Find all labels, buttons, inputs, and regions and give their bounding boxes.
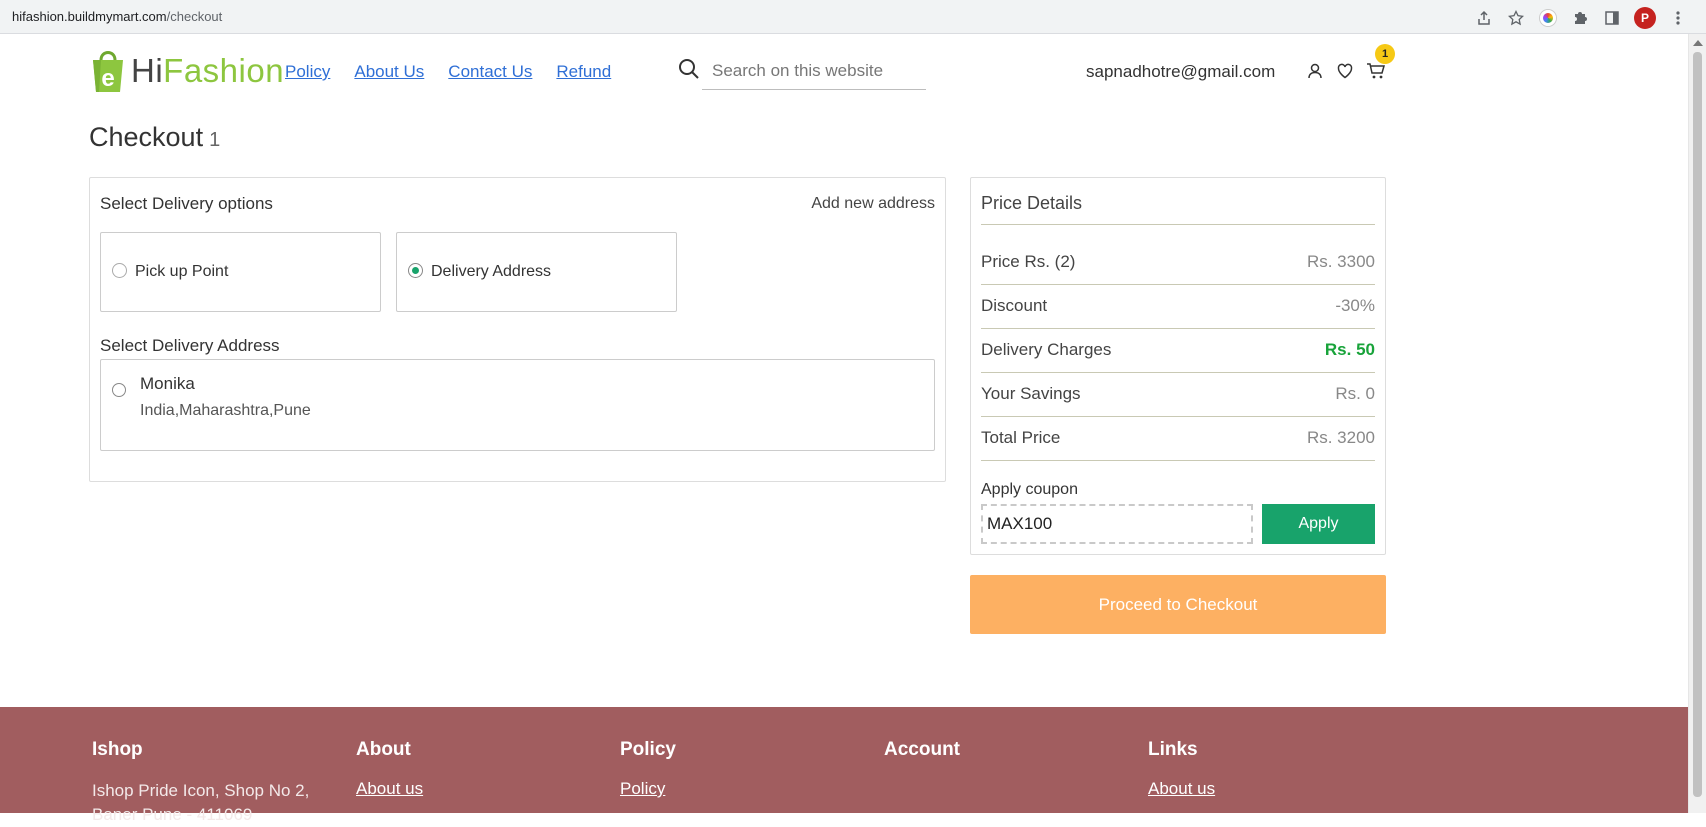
extensions-puzzle-icon[interactable] [1570,8,1590,28]
total-price-row: Total Price Rs. 3200 [981,416,1375,460]
logo-text-fashion: Fashion [163,52,285,89]
page-title-text: Checkout [89,122,204,152]
shopping-bag-logo-icon: e [89,48,127,94]
user-account-icon[interactable] [1306,62,1324,80]
menu-kebab-icon[interactable] [1668,8,1688,28]
footer-link-policy[interactable]: Policy [620,779,676,799]
footer-heading: Account [884,739,960,760]
search-input[interactable] [702,52,926,90]
footer-link-about-us-2[interactable]: About us [1148,779,1215,799]
search-icon[interactable] [678,58,700,85]
cart-icon[interactable] [1366,62,1385,80]
savings-row-value: Rs. 0 [1335,384,1375,403]
nav-link-about-us[interactable]: About Us [354,62,424,82]
delivery-address-option[interactable]: Delivery Address [396,232,677,312]
discount-row: Discount -30% [981,284,1375,328]
savings-row-label: Your Savings [981,384,1081,403]
checkout-item-count: 1 [209,129,221,151]
pickup-point-option[interactable]: Pick up Point [100,232,381,312]
side-panel-icon[interactable] [1602,8,1622,28]
footer-col-links: Links About us [1148,739,1215,799]
delivery-options-heading: Select Delivery options [100,194,273,213]
apply-coupon-button[interactable]: Apply [1262,504,1375,544]
pickup-point-radio[interactable] [112,263,127,278]
pickup-point-label: Pick up Point [135,263,229,280]
total-price-label: Total Price [981,428,1061,447]
svg-text:e: e [101,65,114,92]
address-name: Monika [140,374,195,393]
site-header: e HiFashion Policy About Us Contact Us R… [0,34,1688,114]
address-bar[interactable]: hifashion.buildmymart.com/checkout [12,9,222,24]
coupon-label: Apply coupon [981,481,1078,498]
delivery-charges-row: Delivery Charges Rs. 50 [981,328,1375,372]
browser-actions: P [1474,7,1688,29]
add-new-address-link[interactable]: Add new address [811,195,935,213]
proceed-to-checkout-button[interactable]: Proceed to Checkout [970,575,1386,634]
footer-col-ishop: Ishop Ishop Pride Icon, Shop No 2, Baner… [92,739,332,827]
wishlist-heart-icon[interactable] [1336,62,1354,80]
color-extension-icon[interactable] [1538,8,1558,28]
price-details-card: Price Details Price Rs. (2) Rs. 3300 Dis… [970,177,1386,555]
price-divider [981,460,1375,461]
user-actions [1306,62,1385,80]
price-row: Price Rs. (2) Rs. 3300 [981,240,1375,284]
address-radio[interactable] [112,383,126,397]
nav-link-contact-us[interactable]: Contact Us [448,62,532,82]
bookmark-star-icon[interactable] [1506,8,1526,28]
footer-heading: Policy [620,739,676,760]
delivery-charges-value: Rs. 50 [1324,340,1375,359]
select-address-heading: Select Delivery Address [100,336,280,355]
total-price-value: Rs. 3200 [1306,428,1375,447]
scrollbar-thumb[interactable] [1693,52,1702,797]
footer-address: Ishop Pride Icon, Shop No 2, Baner Pune … [92,781,310,824]
site-logo[interactable]: e HiFashion [89,48,284,94]
page-scrollbar[interactable] [1688,34,1706,813]
footer-link-about-us[interactable]: About us [356,779,423,799]
price-details-heading: Price Details [981,193,1083,213]
delivery-charges-label: Delivery Charges [981,340,1112,359]
nav-link-refund[interactable]: Refund [556,62,611,82]
price-row-value: Rs. 3300 [1306,252,1375,271]
address-card[interactable]: Monika India,Maharashtra,Pune [100,359,935,451]
cart-count-badge: 1 [1375,44,1395,64]
delivery-address-radio[interactable] [408,263,423,278]
footer-heading: Ishop [92,739,143,760]
footer-col-policy: Policy Policy [620,739,676,799]
savings-row: Your Savings Rs. 0 [981,372,1375,416]
page-title: Checkout 1 [89,122,220,153]
price-divider [981,224,1375,225]
discount-row-label: Discount [981,296,1048,315]
nav-link-policy[interactable]: Policy [285,62,330,82]
price-row-label: Price Rs. (2) [981,252,1076,271]
logo-text-hi: Hi [131,52,164,89]
profile-avatar[interactable]: P [1634,7,1656,29]
footer-heading: About [356,739,411,760]
browser-toolbar: hifashion.buildmymart.com/checkout P [0,0,1706,34]
share-icon[interactable] [1474,8,1494,28]
delivery-options-card: Select Delivery options Add new address … [89,177,946,482]
footer-heading: Links [1148,739,1198,760]
footer-col-about: About About us [356,739,423,799]
site-search [678,52,926,90]
discount-row-value: -30% [1335,296,1375,315]
scroll-up-arrow-icon[interactable] [1693,40,1703,46]
site-footer: Ishop Ishop Pride Icon, Shop No 2, Baner… [0,707,1688,824]
logo-text: HiFashion [131,52,284,90]
delivery-address-label: Delivery Address [431,263,552,280]
address-line: India,Maharashtra,Pune [140,402,311,419]
main-nav: Policy About Us Contact Us Refund [285,62,611,82]
url-host: hifashion.buildmymart.com [12,9,167,24]
user-email[interactable]: sapnadhotre@gmail.com [1086,62,1275,82]
coupon-input[interactable] [981,504,1253,544]
url-path: /checkout [166,9,223,24]
footer-col-account: Account [884,739,960,761]
